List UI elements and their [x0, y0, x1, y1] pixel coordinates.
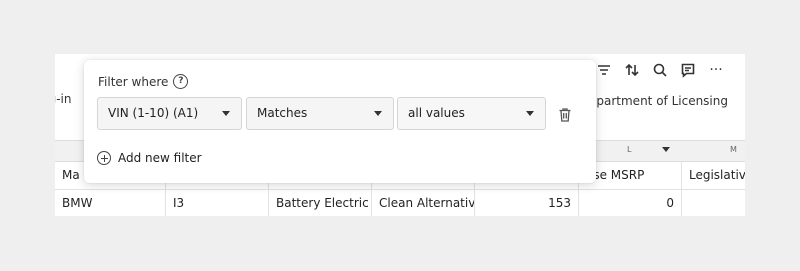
add-filter-button[interactable]: Add new filter [97, 151, 202, 165]
dataset-subtitle-right: epartment of Licensing [589, 94, 728, 108]
table-cell[interactable]: I3 [166, 189, 269, 216]
column-letter-l: L [627, 145, 632, 154]
operator-select-value: Matches [257, 106, 308, 120]
value-select[interactable]: all values [397, 97, 546, 130]
column-select[interactable]: VIN (1-10) (A1) [97, 97, 242, 130]
filter-title-label: Filter where [98, 74, 169, 89]
delete-filter-icon[interactable] [558, 107, 572, 123]
table-cell[interactable] [682, 189, 745, 216]
header-cell[interactable]: Legislative [682, 161, 745, 189]
table-cell[interactable]: Battery Electric [269, 189, 372, 216]
dataset-subtitle-left: ug-in [55, 92, 72, 106]
column-select-value: VIN (1-10) (A1) [108, 106, 199, 120]
column-menu-icon[interactable] [662, 147, 670, 152]
table-cell[interactable]: 153 [475, 189, 579, 216]
table-row: BMW I3 Battery Electric Clean Alternativ… [55, 189, 745, 216]
filter-popup: Filter where ? VIN (1-10) (A1) Matches a… [84, 60, 596, 183]
chevron-down-icon [526, 111, 534, 116]
value-select-value: all values [408, 106, 465, 120]
table-cell[interactable]: Clean Alternativ [372, 189, 475, 216]
help-icon[interactable]: ? [173, 74, 189, 89]
sort-icon[interactable] [623, 61, 641, 79]
more-icon[interactable]: ··· [707, 61, 725, 79]
column-letter-m: M [730, 145, 737, 154]
filter-icon[interactable] [595, 61, 613, 79]
chevron-down-icon [374, 111, 382, 116]
comment-icon[interactable] [679, 61, 697, 79]
table-cell[interactable]: 0 [579, 189, 682, 216]
filter-title: Filter where ? [98, 74, 189, 89]
toolbar: ··· [595, 54, 745, 86]
plus-circle-icon [97, 151, 111, 165]
search-icon[interactable] [651, 61, 669, 79]
add-filter-label: Add new filter [118, 151, 202, 165]
table-cell[interactable]: BMW [55, 189, 166, 216]
chevron-down-icon [222, 111, 230, 116]
operator-select[interactable]: Matches [246, 97, 394, 130]
